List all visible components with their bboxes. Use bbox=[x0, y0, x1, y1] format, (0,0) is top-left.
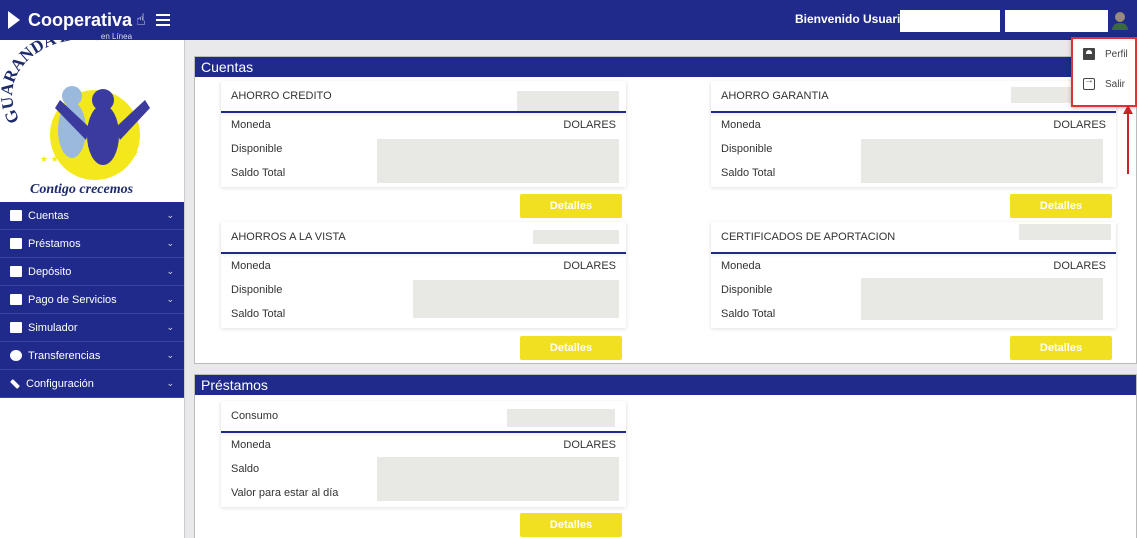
chevron-down-icon: ⌄ bbox=[166, 294, 174, 304]
sidebar: GUARANDA Ltda. ★ ★ ★ ★ ★ Contigo crecemo… bbox=[0, 40, 185, 538]
briefcase-icon bbox=[10, 294, 22, 305]
sidebar-item-prestamos[interactable]: Préstamos ⌄ bbox=[0, 230, 184, 258]
detalles-button[interactable]: Detalles bbox=[520, 336, 622, 360]
moneda-label: Moneda bbox=[721, 260, 761, 272]
chevron-down-icon: ⌄ bbox=[166, 322, 174, 332]
detalles-button[interactable]: Detalles bbox=[1010, 194, 1112, 218]
redacted-loan-number bbox=[507, 409, 615, 427]
moneda-value: DOLARES bbox=[563, 119, 616, 131]
menu-item-salir[interactable]: Salir bbox=[1073, 69, 1135, 99]
moneda-label: Moneda bbox=[231, 439, 271, 451]
disponible-label: Disponible bbox=[231, 284, 283, 296]
disponible-label: Disponible bbox=[721, 143, 773, 155]
account-card: AHORROS A LA VISTA Moneda DOLARES Disponi… bbox=[221, 222, 626, 328]
dollar-circle-icon bbox=[10, 350, 22, 361]
chevron-down-icon: ⌄ bbox=[166, 378, 174, 388]
top-bar: Cooperativa en Línea ☝ Bienvenido Usuario… bbox=[0, 0, 1137, 41]
moneda-value: DOLARES bbox=[563, 260, 616, 272]
sidebar-item-simulador[interactable]: Simulador ⌄ bbox=[0, 314, 184, 342]
cuentas-title: Cuentas bbox=[195, 57, 1136, 77]
redacted-account-number bbox=[533, 230, 619, 244]
redacted-amounts bbox=[377, 457, 619, 501]
account-name: AHORROS A LA VISTA bbox=[231, 231, 346, 243]
logo-slogan: Contigo crecemos bbox=[30, 182, 134, 197]
chevron-down-icon: ⌄ bbox=[166, 210, 174, 220]
hamburger-menu-icon[interactable] bbox=[155, 14, 170, 26]
moneda-value: DOLARES bbox=[563, 439, 616, 451]
user-avatar[interactable] bbox=[1111, 12, 1129, 30]
prestamos-title: Préstamos bbox=[195, 375, 1136, 395]
loan-name: Consumo bbox=[231, 410, 279, 422]
moneda-label: Moneda bbox=[231, 260, 271, 272]
saldo-label: Saldo bbox=[231, 463, 260, 475]
chart-icon bbox=[10, 322, 22, 333]
disponible-label: Disponible bbox=[721, 284, 773, 296]
saldo-label: Saldo Total bbox=[231, 167, 286, 179]
logout-icon bbox=[1083, 75, 1095, 90]
svg-text:★ ★ ★: ★ ★ ★ bbox=[40, 154, 69, 164]
user-card-icon bbox=[1083, 48, 1095, 60]
account-name: CERTIFICADOS DE APORTACION bbox=[721, 231, 896, 243]
hand-pointer-icon: ☝ bbox=[136, 12, 146, 29]
sidebar-item-deposito[interactable]: Depósito ⌄ bbox=[0, 258, 184, 286]
cooperative-logo: GUARANDA Ltda. ★ ★ ★ ★ ★ Contigo crecemo… bbox=[0, 40, 184, 202]
detalles-button[interactable]: Detalles bbox=[1010, 336, 1112, 360]
account-card: AHORRO GARANTIA Moneda DOLARES Disponible… bbox=[711, 81, 1116, 187]
wrench-icon bbox=[10, 378, 20, 389]
salir-label: Salir bbox=[1105, 78, 1126, 90]
saldo-label: Saldo Total bbox=[721, 167, 776, 179]
play-icon bbox=[8, 11, 20, 29]
card-icon bbox=[10, 266, 22, 277]
disponible-label: Disponible bbox=[231, 143, 283, 155]
cuentas-panel: Cuentas AHORRO CREDITO Moneda DOLARES Dis… bbox=[194, 56, 1137, 364]
account-name: AHORRO GARANTIA bbox=[721, 90, 829, 102]
sidebar-item-pago-servicios[interactable]: Pago de Servicios ⌄ bbox=[0, 286, 184, 314]
detalles-button[interactable]: Detalles bbox=[520, 194, 622, 218]
redacted-amounts bbox=[377, 139, 619, 183]
redacted-username-2 bbox=[1005, 10, 1108, 32]
al-dia-label: Valor para estar al día bbox=[231, 487, 339, 499]
chevron-down-icon: ⌄ bbox=[166, 350, 174, 360]
brand-name: Cooperativa en Línea bbox=[28, 11, 132, 41]
sidebar-item-configuracion[interactable]: Configuración ⌄ bbox=[0, 370, 184, 398]
moneda-value: DOLARES bbox=[1053, 260, 1106, 272]
saldo-label: Saldo Total bbox=[721, 308, 776, 320]
bank-icon bbox=[10, 210, 22, 221]
annotation-arrow-line bbox=[1127, 112, 1129, 174]
redacted-amounts bbox=[861, 278, 1103, 320]
account-card: CERTIFICADOS DE APORTACION Moneda DOLARES… bbox=[711, 222, 1116, 328]
prestamos-panel: Préstamos Consumo 4 MonedaDOLARES Saldo … bbox=[194, 374, 1137, 538]
redacted-username bbox=[900, 10, 1000, 32]
moneda-label: Moneda bbox=[231, 119, 271, 131]
account-name: AHORRO CREDITO bbox=[231, 90, 332, 102]
sidebar-item-transferencias[interactable]: Transferencias ⌄ bbox=[0, 342, 184, 370]
redacted-account-number bbox=[517, 91, 619, 111]
redacted-amounts bbox=[413, 280, 619, 318]
chevron-down-icon: ⌄ bbox=[166, 238, 174, 248]
svg-text:★ ★: ★ ★ bbox=[120, 148, 139, 158]
moneda-label: Moneda bbox=[721, 119, 761, 131]
redacted-account-number bbox=[1019, 224, 1111, 240]
menu-item-perfil[interactable]: Perfil bbox=[1073, 39, 1135, 69]
perfil-label: Perfil bbox=[1105, 48, 1128, 60]
account-card: AHORRO CREDITO Moneda DOLARES Disponible … bbox=[221, 81, 626, 187]
moneda-value: DOLARES bbox=[1053, 119, 1106, 131]
saldo-label: Saldo Total bbox=[231, 308, 286, 320]
user-dropdown-menu: Perfil Salir bbox=[1071, 37, 1137, 107]
detalles-button[interactable]: Detalles bbox=[520, 513, 622, 537]
brand[interactable]: Cooperativa en Línea ☝ bbox=[0, 0, 185, 41]
redacted-amounts bbox=[861, 139, 1103, 183]
loan-icon bbox=[10, 238, 22, 249]
loan-card: Consumo 4 MonedaDOLARES Saldo Valor para… bbox=[221, 401, 626, 507]
sidebar-item-cuentas[interactable]: Cuentas ⌄ bbox=[0, 202, 184, 230]
chevron-down-icon: ⌄ bbox=[166, 266, 174, 276]
